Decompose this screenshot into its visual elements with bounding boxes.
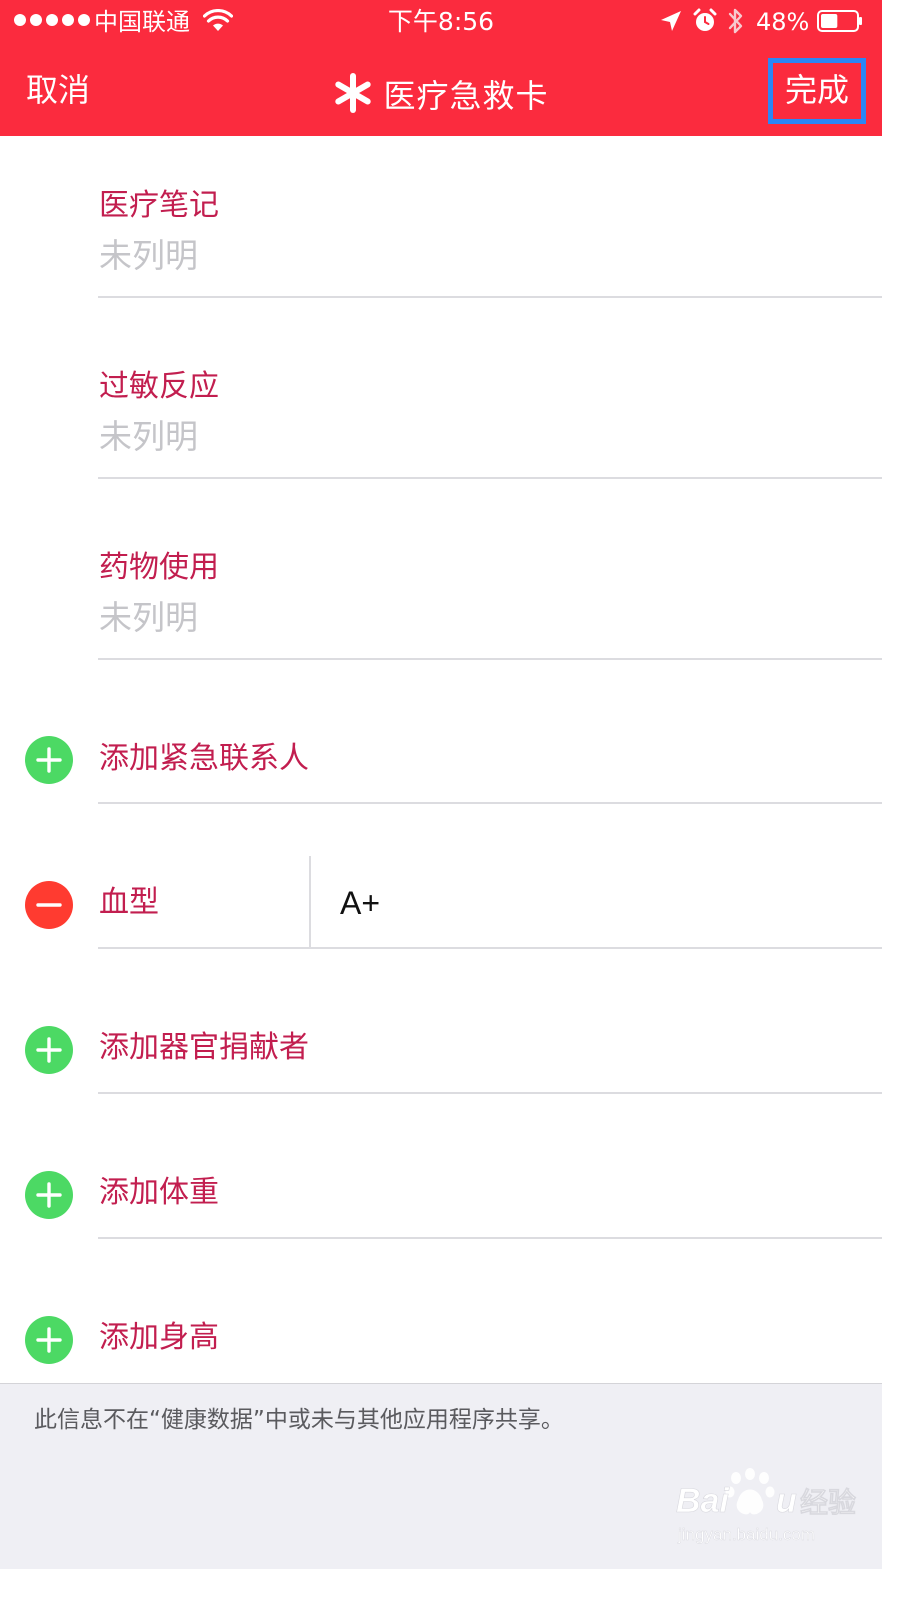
- header: 中国联通 下午8:56 48% 取消 医疗急救卡 完成: [0, 0, 882, 136]
- divider: [98, 1092, 882, 1094]
- done-button[interactable]: 完成: [768, 58, 866, 124]
- asterisk-icon: [335, 73, 372, 113]
- add-height-button[interactable]: 添加身高: [99, 1318, 219, 1358]
- svg-text:jingyan.baidu.com: jingyan.baidu.com: [677, 1525, 815, 1544]
- navigation-bar: 取消 医疗急救卡 完成: [0, 46, 882, 136]
- remove-blood-type-minus-icon[interactable]: [25, 881, 73, 929]
- divider: [98, 802, 882, 804]
- blood-type-label: 血型: [99, 885, 159, 920]
- svg-text:经验: 经验: [800, 1486, 856, 1519]
- medications-label: 药物使用: [99, 550, 219, 585]
- page-title: 医疗急救卡: [0, 72, 882, 118]
- blood-type-divider: [309, 856, 311, 948]
- battery-percentage: 48%: [756, 8, 810, 36]
- medications-field[interactable]: 未列明: [99, 597, 198, 639]
- bluetooth-icon: [728, 8, 743, 34]
- medical-notes-label: 医疗笔记: [99, 188, 219, 223]
- medical-notes-field[interactable]: 未列明: [99, 235, 198, 277]
- alarm-clock-icon: [693, 8, 717, 31]
- privacy-note: 此信息不在“健康数据”中或未与其他应用程序共享。: [34, 1407, 564, 1433]
- divider: [98, 296, 882, 298]
- divider: [98, 1237, 882, 1239]
- allergies-label: 过敏反应: [99, 369, 219, 404]
- location-arrow-icon: [661, 11, 681, 31]
- page-title-text: 医疗急救卡: [383, 77, 549, 115]
- divider: [98, 477, 882, 479]
- status-bar: 中国联通 下午8:56 48%: [0, 0, 882, 46]
- divider: [98, 947, 882, 949]
- divider: [98, 658, 882, 660]
- add-organ-donor-button[interactable]: 添加器官捐献者: [99, 1028, 309, 1068]
- status-time: 下午8:56: [387, 7, 495, 36]
- baidu-jingyan-watermark: Bai u 经验 jingyan.baidu.com: [676, 1468, 856, 1544]
- add-emergency-contact-plus-icon[interactable]: [25, 736, 73, 784]
- allergies-field[interactable]: 未列明: [99, 416, 198, 458]
- footer: 此信息不在“健康数据”中或未与其他应用程序共享。 Bai u 经验 jingya…: [0, 1383, 882, 1569]
- battery-icon: [817, 10, 862, 32]
- blood-type-value[interactable]: A+: [340, 882, 380, 924]
- add-organ-donor-plus-icon[interactable]: [25, 1026, 73, 1074]
- svg-text:Bai: Bai: [676, 1482, 730, 1520]
- add-weight-plus-icon[interactable]: [25, 1171, 73, 1219]
- svg-text:u: u: [776, 1482, 797, 1520]
- add-height-plus-icon[interactable]: [25, 1316, 73, 1364]
- add-emergency-contact-button[interactable]: 添加紧急联系人: [99, 739, 309, 779]
- add-weight-button[interactable]: 添加体重: [99, 1173, 219, 1213]
